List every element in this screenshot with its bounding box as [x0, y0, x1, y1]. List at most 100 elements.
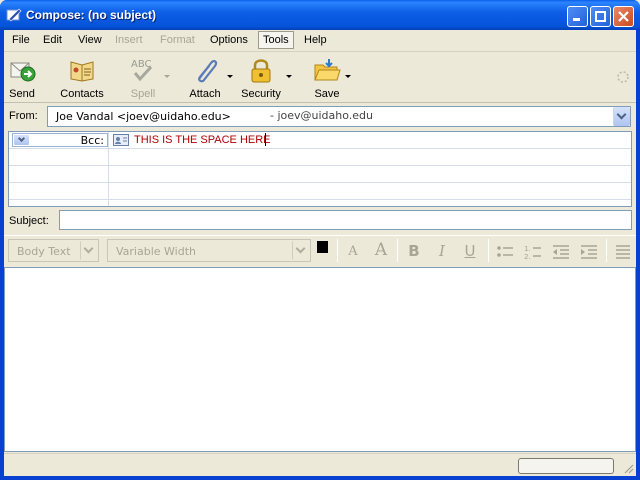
paragraph-style-value: Body Text	[17, 245, 71, 258]
menu-format[interactable]: Format	[160, 34, 195, 46]
recipient-type-cell	[9, 166, 109, 182]
italic-button[interactable]: I	[431, 242, 453, 262]
activity-throbber-icon	[617, 71, 629, 83]
bold-button[interactable]: B	[403, 242, 425, 262]
attach-dropdown-arrow[interactable]	[227, 75, 233, 78]
recipient-list: Bcc: THIS IS THE SPACE HERE	[8, 131, 632, 207]
progress-meter	[518, 458, 614, 474]
recipient-type-value: Bcc:	[80, 134, 104, 147]
security-label: Security	[241, 88, 281, 100]
spell-check-icon: ABC	[131, 59, 153, 82]
recipient-type-cell: Bcc:	[9, 132, 109, 148]
window-border	[636, 30, 640, 480]
from-value: Joe Vandal <joev@uidaho.edu>	[56, 110, 231, 123]
address-card-icon	[113, 134, 129, 146]
paperclip-icon	[197, 60, 218, 83]
subject-input[interactable]	[59, 210, 632, 230]
paragraph-style-dropdown-button[interactable]	[80, 241, 97, 260]
numbered-list-icon[interactable]: 1. 2.	[524, 244, 542, 260]
text-caret	[265, 133, 266, 146]
font-value: Variable Width	[116, 245, 196, 258]
spell-dropdown-arrow[interactable]	[164, 75, 170, 78]
menu-insert[interactable]: Insert	[115, 34, 143, 46]
svg-text:1.: 1.	[524, 245, 531, 253]
menu-options[interactable]: Options	[210, 34, 248, 46]
indent-icon[interactable]	[580, 245, 598, 259]
text-color-swatch[interactable]	[317, 241, 328, 253]
from-label: From:	[9, 110, 38, 122]
contacts-button[interactable]: Contacts	[56, 55, 108, 101]
recipient-type-select[interactable]: Bcc:	[12, 133, 108, 147]
recipient-row-empty[interactable]	[9, 166, 631, 183]
attach-label: Attach	[189, 88, 221, 100]
format-toolbar: Body Text Variable Width A A B I U 1. 2.	[4, 235, 636, 267]
security-dropdown-arrow[interactable]	[286, 75, 292, 78]
subject-label: Subject:	[9, 215, 49, 227]
recipient-row-empty[interactable]	[9, 149, 631, 166]
status-bar	[4, 453, 636, 476]
window-client: File Edit View Insert Format Options Too…	[4, 30, 636, 476]
compose-app-icon	[6, 8, 22, 22]
chevron-down-icon[interactable]	[14, 135, 29, 145]
window-title: Compose: (no subject)	[26, 8, 157, 22]
menu-help[interactable]: Help	[304, 34, 327, 46]
security-button[interactable]: Security	[238, 55, 284, 101]
compose-window: Compose: (no subject) File Edit View Ins…	[0, 0, 640, 480]
paragraph-style-select[interactable]: Body Text	[8, 239, 99, 262]
window-border	[0, 30, 4, 480]
smaller-text-button[interactable]: A	[342, 244, 364, 264]
recipient-type-cell	[9, 149, 109, 165]
close-icon	[618, 11, 629, 22]
font-select[interactable]: Variable Width	[107, 239, 311, 262]
recipient-address-value: THIS IS THE SPACE HERE	[134, 134, 271, 146]
title-bar[interactable]: Compose: (no subject)	[0, 0, 640, 30]
subject-row: Subject:	[4, 209, 636, 233]
recipient-type-cell	[9, 183, 109, 199]
svg-text:2.: 2.	[524, 253, 531, 260]
minimize-button[interactable]	[567, 6, 588, 27]
maximize-icon	[595, 11, 606, 22]
resize-grip-icon[interactable]	[622, 462, 634, 474]
recipient-type-cell	[9, 200, 109, 206]
from-dropdown-button[interactable]	[613, 107, 630, 126]
send-button[interactable]: Send	[6, 55, 38, 101]
menu-file[interactable]: File	[12, 34, 30, 46]
bullet-list-icon[interactable]	[496, 245, 514, 259]
toolbar-separator	[606, 239, 607, 262]
outdent-icon[interactable]	[552, 245, 570, 259]
window-border	[0, 476, 640, 480]
maximize-button[interactable]	[590, 6, 611, 27]
recipient-row-empty[interactable]	[9, 183, 631, 200]
minimize-icon	[573, 18, 580, 21]
recipient-row-empty[interactable]	[9, 200, 631, 206]
from-identity-label: - joev@uidaho.edu	[270, 109, 374, 122]
compose-toolbar: Send Contacts ABC Spell Attach Security …	[4, 53, 636, 103]
spell-button[interactable]: ABC Spell	[124, 55, 162, 101]
send-label: Send	[9, 88, 35, 100]
close-button[interactable]	[613, 6, 634, 27]
save-dropdown-arrow[interactable]	[345, 75, 351, 78]
save-button[interactable]: Save	[309, 55, 345, 101]
menu-edit[interactable]: Edit	[43, 34, 62, 46]
larger-text-button[interactable]: A	[370, 240, 392, 260]
underline-button[interactable]: U	[459, 242, 481, 262]
menu-bar: File Edit View Insert Format Options Too…	[4, 30, 636, 52]
alignment-icon[interactable]	[615, 245, 631, 259]
menu-tools[interactable]: Tools	[258, 31, 294, 49]
font-dropdown-button[interactable]	[292, 241, 309, 260]
spell-label: Spell	[130, 88, 156, 100]
from-row: From: Joe Vandal <joev@uidaho.edu> - joe…	[4, 104, 636, 128]
folder-save-icon	[314, 59, 341, 81]
toolbar-separator	[488, 239, 489, 262]
attach-button[interactable]: Attach	[185, 55, 225, 101]
message-body-editor[interactable]	[4, 267, 636, 452]
from-identity-select[interactable]: Joe Vandal <joev@uidaho.edu> - joev@uida…	[47, 106, 631, 127]
address-book-icon	[70, 61, 94, 82]
toolbar-separator	[337, 239, 338, 262]
contacts-label: Contacts	[60, 88, 104, 100]
recipient-row: Bcc: THIS IS THE SPACE HERE	[9, 132, 631, 149]
menu-view[interactable]: View	[78, 34, 102, 46]
save-label: Save	[314, 88, 340, 100]
padlock-icon	[251, 59, 271, 83]
text-color-picker[interactable]	[316, 240, 334, 262]
